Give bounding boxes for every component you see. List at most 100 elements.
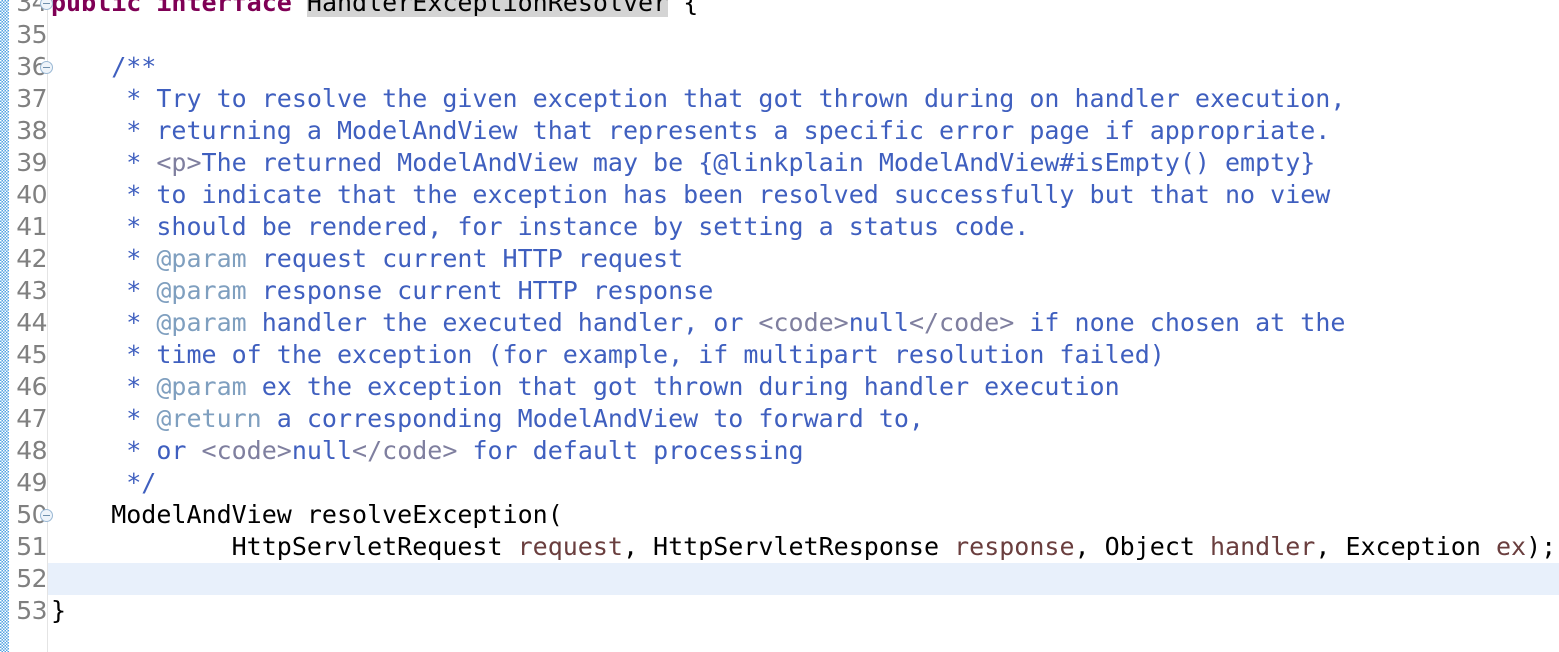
code-line-text: * should be rendered, for instance by se… [48,212,1029,241]
code-token: if none chosen at the [1014,308,1346,337]
line-number[interactable]: 48 [9,435,47,467]
code-line[interactable]: * time of the exception (for example, if… [48,339,1559,371]
code-token: * [51,308,157,337]
code-token: null [848,308,909,337]
code-line[interactable]: * or <code>null</code> for default proce… [48,435,1559,467]
occurrence-highlight-token: HandlerExceptionResolver [306,0,669,17]
code-token: } [51,596,67,625]
code-line[interactable]: ModelAndView resolveException( [48,499,1559,531]
code-token: </code> [352,436,458,465]
code-token: null [291,436,353,465]
line-number[interactable]: 39 [9,147,47,179]
line-number[interactable]: 45 [9,339,47,371]
code-text-area[interactable]: public interface HandlerExceptionResolve… [48,0,1559,652]
code-line-text: * time of the exception (for example, if… [48,340,1165,369]
java-source-editor[interactable]: 34 35 36 37 38 39 40 41 42 43 44 45 46 47 48 49 50 51 52 53… [0,0,1559,652]
code-line[interactable]: * @param handler the executed handler, o… [48,307,1559,339]
code-line-text: * @param ex the exception that got throw… [48,372,1120,401]
line-number-gutter[interactable]: 34 35 36 37 38 39 40 41 42 43 44 45 46 47 48 49 50 51 52 53 [9,0,48,652]
code-token: @return [156,404,262,433]
code-line[interactable]: * Try to resolve the given exception tha… [48,83,1559,115]
line-number[interactable]: 37 [9,83,47,115]
code-token: for default processing [457,436,804,465]
line-number[interactable]: 46 [9,371,47,403]
code-token: handler [1209,532,1316,561]
line-number[interactable]: 51 [9,531,47,563]
code-token: * should be rendered, for instance by se… [51,212,1030,241]
code-line[interactable]: * @param ex the exception that got throw… [48,371,1559,403]
code-token: handler the executed handler, or [246,308,759,337]
line-number[interactable]: 41 [9,211,47,243]
code-line[interactable]: * should be rendered, for instance by se… [48,211,1559,243]
code-line-text: * @param handler the executed handler, o… [48,308,1345,337]
code-line[interactable]: * <p>The returned ModelAndView may be {@… [48,147,1559,179]
line-number[interactable]: 53 [9,595,47,627]
code-token: * or [51,436,202,465]
fold-collapse-icon[interactable] [40,509,53,522]
code-token: ex [1495,532,1527,561]
code-line-text: * @param request current HTTP request [48,244,683,273]
code-line-text: * <p>The returned ModelAndView may be {@… [48,148,1315,177]
code-line-text: * @param response current HTTP response [48,276,713,305]
code-token: HttpServletRequest [51,532,518,561]
code-line[interactable]: * @return a corresponding ModelAndView t… [48,403,1559,435]
code-line-text: } [48,596,66,625]
code-line-text: * or <code>null</code> for default proce… [48,436,804,465]
code-token: interface [156,0,292,17]
code-token: * [51,404,157,433]
fold-collapse-icon[interactable] [40,61,53,74]
line-number[interactable]: 42 [9,243,47,275]
code-line[interactable]: public interface HandlerExceptionResolve… [48,0,1559,19]
annotation-ruler[interactable] [0,0,9,652]
code-line-text: public interface HandlerExceptionResolve… [48,0,698,17]
code-line-text: * Try to resolve the given exception tha… [48,84,1345,113]
code-line[interactable]: * returning a ModelAndView that represen… [48,115,1559,147]
code-token: * [51,276,157,305]
code-token: ModelAndView resolveException( [51,500,563,529]
line-number[interactable]: 47 [9,403,47,435]
code-token: , Object [1074,532,1210,561]
code-line-text: * @return a corresponding ModelAndView t… [48,404,924,433]
code-token: The returned ModelAndView may be {@linkp… [201,148,1316,177]
code-token: @param [156,244,247,273]
code-token: public [51,0,142,17]
code-token: * [51,148,157,177]
line-number[interactable]: 35 [9,19,47,51]
code-line[interactable]: } [48,595,1559,627]
code-line[interactable]: * to indicate that the exception has bee… [48,179,1559,211]
code-token: * time of the exception (for example, if… [51,340,1165,369]
line-number[interactable]: 44 [9,307,47,339]
code-token: request [517,532,623,561]
line-number[interactable]: 40 [9,179,47,211]
code-line[interactable] [48,563,1559,595]
code-line[interactable]: HttpServletRequest request, HttpServletR… [48,531,1559,563]
code-token: <p> [156,148,202,177]
code-token: @param [156,308,247,337]
code-line-text: HttpServletRequest request, HttpServletR… [48,532,1557,561]
code-token: response current HTTP response [246,276,714,305]
code-token: * to indicate that the exception has bee… [51,180,1331,209]
code-token: ex the exception that got thrown during … [246,372,1120,401]
code-line[interactable]: /** [48,51,1559,83]
gutter-separator [47,0,48,652]
code-token: * [51,244,157,273]
code-line-text: * returning a ModelAndView that represen… [48,116,1330,145]
code-token: /** [51,52,157,81]
line-number[interactable]: 43 [9,275,47,307]
code-line[interactable]: * @param response current HTTP response [48,275,1559,307]
line-number[interactable]: 52 [9,563,47,595]
code-token: * Try to resolve the given exception tha… [51,84,1346,113]
code-token: @param [156,372,247,401]
code-token: @param [156,276,247,305]
line-number[interactable]: 49 [9,467,47,499]
code-line[interactable]: * @param request current HTTP request [48,243,1559,275]
code-line-text: * to indicate that the exception has bee… [48,180,1330,209]
code-line[interactable] [48,19,1559,51]
code-token: { [668,0,699,17]
line-number[interactable]: 38 [9,115,47,147]
code-line[interactable]: */ [48,467,1559,499]
